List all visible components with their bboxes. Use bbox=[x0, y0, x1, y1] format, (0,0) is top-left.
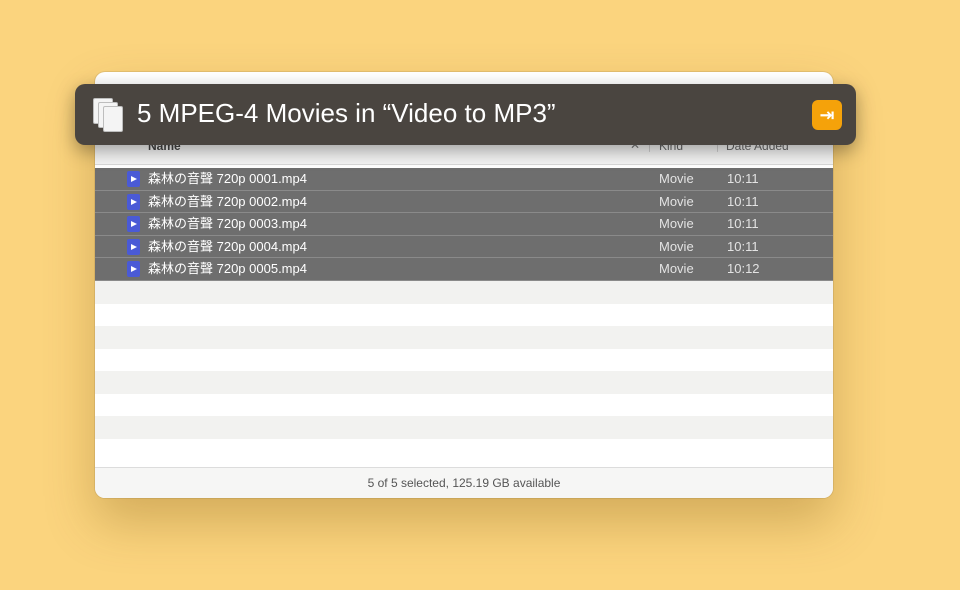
movie-file-icon bbox=[127, 193, 140, 210]
empty-row bbox=[95, 348, 833, 371]
empty-row bbox=[95, 393, 833, 416]
file-name: 森林の音聲 720p 0003.mp4 bbox=[148, 216, 307, 231]
file-kind: Movie bbox=[659, 261, 694, 276]
movie-file-icon bbox=[127, 216, 140, 232]
file-date: 10:11 bbox=[727, 216, 759, 231]
share-bar-title: 5 MPEG-4 Movies in “Video to MP3” bbox=[137, 98, 556, 128]
file-date: 10:11 bbox=[727, 238, 759, 254]
file-row[interactable]: 森林の音聲 720p 0005.mp4 Movie 10:12 bbox=[95, 258, 833, 281]
movie-file-icon bbox=[127, 171, 140, 187]
file-kind: Movie bbox=[659, 216, 694, 231]
file-kind: Movie bbox=[659, 238, 694, 254]
empty-row bbox=[95, 303, 833, 326]
file-date: 10:11 bbox=[727, 171, 759, 186]
empty-row bbox=[95, 281, 833, 304]
empty-row bbox=[95, 438, 833, 461]
movie-file-icon bbox=[127, 261, 140, 277]
go-button[interactable]: ⇥ bbox=[812, 100, 842, 130]
file-name: 森林の音聲 720p 0001.mp4 bbox=[148, 171, 307, 186]
empty-row bbox=[95, 416, 833, 439]
file-name: 森林の音聲 720p 0002.mp4 bbox=[148, 193, 307, 209]
file-row[interactable]: 森林の音聲 720p 0003.mp4 Movie 10:11 bbox=[95, 213, 833, 236]
empty-rows bbox=[95, 281, 833, 461]
share-bar: 5 MPEG-4 Movies in “Video to MP3” ⇥ bbox=[75, 84, 856, 145]
file-row[interactable]: 森林の音聲 720p 0002.mp4 Movie 10:11 bbox=[95, 190, 833, 213]
file-kind: Movie bbox=[659, 171, 694, 186]
status-bar: 5 of 5 selected, 125.19 GB available bbox=[95, 467, 833, 498]
movie-file-icon bbox=[127, 238, 140, 255]
file-date: 10:11 bbox=[727, 193, 759, 209]
file-list: 森林の音聲 720p 0001.mp4 Movie 10:11 森林の音聲 72… bbox=[95, 168, 833, 281]
documents-icon bbox=[93, 98, 123, 132]
file-date: 10:12 bbox=[727, 261, 760, 276]
empty-row bbox=[95, 326, 833, 349]
file-name: 森林の音聲 720p 0004.mp4 bbox=[148, 238, 307, 254]
empty-row bbox=[95, 371, 833, 394]
file-name: 森林の音聲 720p 0005.mp4 bbox=[148, 261, 307, 276]
file-row[interactable]: 森林の音聲 720p 0001.mp4 Movie 10:11 bbox=[95, 168, 833, 191]
file-kind: Movie bbox=[659, 193, 694, 209]
file-row[interactable]: 森林の音聲 720p 0004.mp4 Movie 10:11 bbox=[95, 235, 833, 258]
